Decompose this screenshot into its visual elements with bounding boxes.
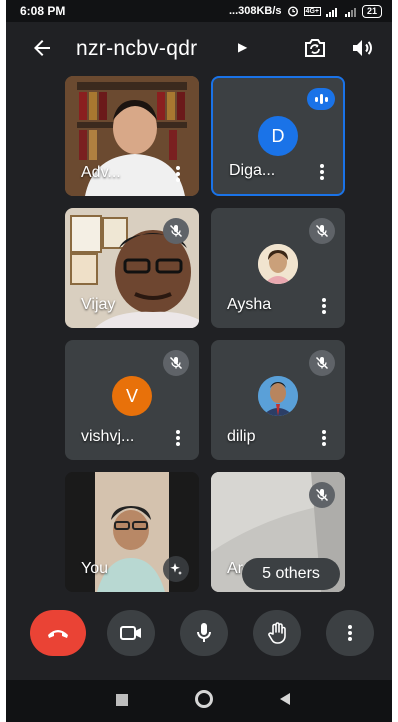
recents-square-icon[interactable]: [116, 694, 128, 706]
avatar: V: [112, 376, 152, 416]
participant-name: Diga...: [229, 162, 276, 179]
raise-hand-icon: [268, 622, 286, 644]
back-arrow-icon[interactable]: [30, 36, 54, 60]
android-nav-bar: [6, 680, 392, 722]
more-vert-icon[interactable]: [321, 297, 327, 315]
others-count-button[interactable]: 5 others: [242, 558, 340, 590]
meeting-code[interactable]: nzr-ncbv-qdr: [76, 37, 197, 61]
mic-off-icon: [309, 218, 335, 244]
back-triangle-icon[interactable]: [278, 692, 292, 706]
participant-tile[interactable]: V vishvj...: [65, 340, 199, 460]
microphone-button[interactable]: [180, 610, 228, 656]
network-type-badge: 4G+: [303, 6, 321, 16]
avatar: D: [258, 116, 298, 156]
battery-indicator: 21: [361, 4, 382, 18]
camera-icon: [120, 626, 141, 640]
more-vert-icon[interactable]: [319, 163, 325, 181]
home-circle-icon[interactable]: [195, 690, 213, 708]
participant-name: vishvj...: [81, 428, 135, 445]
participant-tile[interactable]: Adv...: [65, 76, 199, 196]
switch-camera-icon[interactable]: [302, 36, 328, 60]
signal-icon: [344, 7, 356, 17]
participant-name: Ar: [227, 560, 243, 577]
status-bar: 6:08 PM ...308KB/s 4G+ 21: [6, 0, 392, 22]
status-time: 6:08 PM: [20, 4, 66, 18]
participant-name: dilip: [227, 428, 256, 445]
participant-name: Aysha: [227, 296, 272, 313]
effects-sparkle-icon[interactable]: [163, 556, 189, 582]
net-speed: ...308KB/s: [228, 5, 282, 17]
avatar-photo: [258, 244, 298, 284]
end-call-icon: [48, 630, 68, 638]
status-indicators: ...308KB/s 4G+ 21: [228, 4, 382, 18]
more-vert-icon[interactable]: [175, 429, 181, 447]
meeting-header: nzr-ncbv-qdr ▶: [6, 24, 392, 72]
participant-name: Adv...: [81, 164, 121, 181]
avatar: [258, 244, 298, 284]
participant-tile[interactable]: Aysha: [211, 208, 345, 328]
microphone-icon: [197, 623, 211, 642]
avatar-photo: [258, 376, 298, 416]
more-vert-icon[interactable]: [175, 165, 181, 183]
avatar: [258, 376, 298, 416]
self-view-tile[interactable]: You: [65, 472, 199, 592]
raise-hand-button[interactable]: [253, 610, 301, 656]
camera-button[interactable]: [107, 610, 155, 656]
participant-name: Vijay: [81, 296, 116, 313]
more-vert-icon[interactable]: [321, 429, 327, 447]
mic-off-icon: [163, 218, 189, 244]
mic-off-icon: [163, 350, 189, 376]
participant-tile[interactable]: Vijay: [65, 208, 199, 328]
signal-icon: [325, 7, 337, 17]
mic-off-icon: [309, 350, 335, 376]
alarm-icon: [287, 6, 298, 17]
mic-off-icon: [309, 482, 335, 508]
speaking-indicator-icon: [307, 88, 335, 110]
end-call-button[interactable]: [30, 610, 86, 656]
participant-name: You: [81, 560, 108, 577]
participant-tile[interactable]: dilip: [211, 340, 345, 460]
more-options-button[interactable]: [326, 610, 374, 656]
call-controls: [6, 610, 392, 662]
speaker-icon[interactable]: [350, 36, 374, 60]
participant-tile[interactable]: D Diga...: [211, 76, 345, 196]
phone-screen: 6:08 PM ...308KB/s 4G+ 21 nzr-ncbv-qdr ▶: [6, 0, 392, 722]
caret-right-icon[interactable]: ▶: [238, 40, 247, 54]
more-options-icon: [348, 625, 352, 641]
